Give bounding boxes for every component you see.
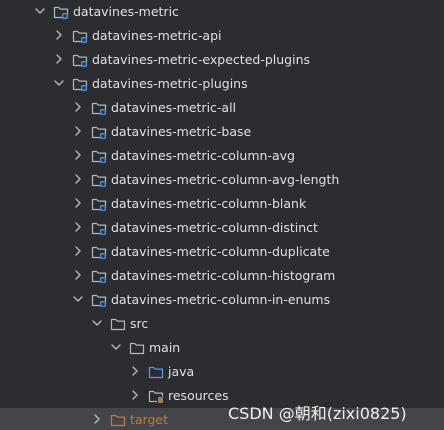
tree-item-label: datavines-metric-plugins	[92, 76, 248, 91]
tree-item-label: java	[168, 364, 195, 379]
tree-item-label: datavines-metric-column-avg	[111, 148, 295, 163]
tree-item-label: target	[130, 412, 169, 427]
resources-root-folder-icon	[148, 388, 164, 404]
tree-item-label: datavines-metric-api	[92, 28, 222, 43]
chevron-down-icon[interactable]	[108, 339, 124, 355]
chevron-down-icon[interactable]	[70, 291, 86, 307]
chevron-right-icon[interactable]	[70, 219, 86, 235]
tree-item[interactable]: datavines-metric-api	[0, 24, 444, 48]
tree-item[interactable]: datavines-metric-expected-plugins	[0, 48, 444, 72]
module-folder-icon	[91, 268, 107, 284]
tree-item[interactable]: datavines-metric	[0, 0, 444, 24]
chevron-right-icon[interactable]	[70, 147, 86, 163]
folder-icon	[110, 316, 126, 332]
chevron-right-icon[interactable]	[70, 99, 86, 115]
tree-item[interactable]: java	[0, 360, 444, 384]
chevron-right-icon[interactable]	[51, 51, 67, 67]
folder-icon	[129, 340, 145, 356]
module-folder-icon	[91, 124, 107, 140]
tree-item[interactable]: datavines-metric-column-histogram	[0, 264, 444, 288]
chevron-right-icon[interactable]	[51, 27, 67, 43]
tree-item[interactable]: datavines-metric-plugins	[0, 72, 444, 96]
chevron-right-icon[interactable]	[70, 267, 86, 283]
tree-item[interactable]: datavines-metric-column-duplicate	[0, 240, 444, 264]
tree-item[interactable]: datavines-metric-all	[0, 96, 444, 120]
module-folder-icon	[91, 196, 107, 212]
tree-item[interactable]: datavines-metric-column-avg-length	[0, 168, 444, 192]
chevron-right-icon[interactable]	[70, 243, 86, 259]
module-folder-icon	[91, 148, 107, 164]
source-root-folder-icon	[148, 364, 164, 380]
tree-item-label: datavines-metric	[73, 4, 179, 19]
tree-item-label: datavines-metric-all	[111, 100, 237, 115]
module-folder-icon	[91, 220, 107, 236]
tree-item[interactable]: datavines-metric-column-avg	[0, 144, 444, 168]
module-folder-icon	[91, 172, 107, 188]
tree-item-label: datavines-metric-expected-plugins	[92, 52, 310, 67]
tree-item-label: datavines-metric-column-histogram	[111, 268, 336, 283]
tree-item-label: datavines-metric-column-in-enums	[111, 292, 331, 307]
project-tree: datavines-metric datavines-metric-api data…	[0, 0, 444, 430]
tree-item-label: main	[149, 340, 181, 355]
tree-item[interactable]: datavines-metric-base	[0, 120, 444, 144]
chevron-right-icon[interactable]	[70, 195, 86, 211]
excluded-folder-icon	[110, 412, 126, 428]
module-folder-icon	[53, 4, 69, 20]
chevron-right-icon[interactable]	[127, 363, 143, 379]
tree-item[interactable]: datavines-metric-column-distinct	[0, 216, 444, 240]
module-folder-icon	[72, 76, 88, 92]
chevron-right-icon[interactable]	[127, 387, 143, 403]
tree-item-label: datavines-metric-base	[111, 124, 252, 139]
tree-item-label: datavines-metric-column-duplicate	[111, 244, 330, 259]
module-folder-icon	[72, 52, 88, 68]
tree-item-label: datavines-metric-column-avg-length	[111, 172, 340, 187]
module-folder-icon	[91, 100, 107, 116]
tree-item-label: src	[130, 316, 149, 331]
tree-item[interactable]: datavines-metric-column-in-enums	[0, 288, 444, 312]
chevron-down-icon[interactable]	[89, 315, 105, 331]
tree-item[interactable]: main	[0, 336, 444, 360]
module-folder-icon	[72, 28, 88, 44]
module-folder-icon	[91, 244, 107, 260]
tree-item[interactable]: datavines-metric-column-blank	[0, 192, 444, 216]
tree-item-label: datavines-metric-column-blank	[111, 196, 307, 211]
tree-item-label: datavines-metric-column-distinct	[111, 220, 318, 235]
module-folder-icon	[91, 292, 107, 308]
chevron-right-icon[interactable]	[70, 123, 86, 139]
chevron-down-icon[interactable]	[51, 75, 67, 91]
chevron-right-icon[interactable]	[70, 171, 86, 187]
chevron-down-icon[interactable]	[32, 3, 48, 19]
tree-item[interactable]: src	[0, 312, 444, 336]
watermark: CSDN @朝和(zixi0825)	[228, 404, 407, 423]
chevron-right-icon[interactable]	[89, 411, 105, 427]
tree-item-label: resources	[168, 388, 229, 403]
